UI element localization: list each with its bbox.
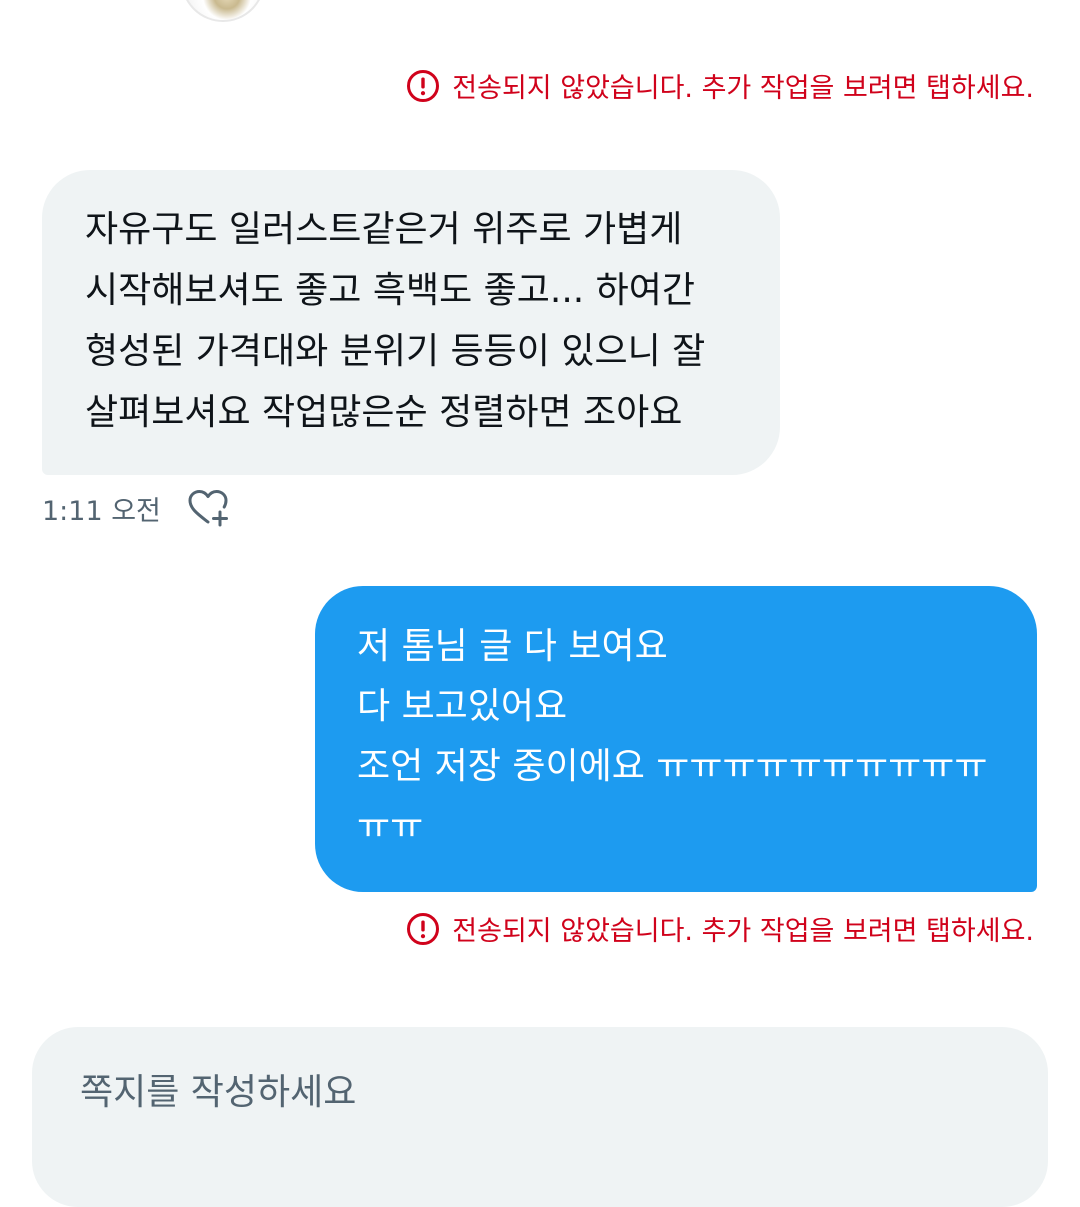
heart-plus-icon[interactable]: [187, 488, 229, 528]
message-line: 저 톰님 글 다 보여요: [357, 626, 668, 667]
message-composer-input[interactable]: 쪽지를 작성하세요: [32, 1027, 1048, 1207]
message-line: 자유구도 일러스트같은거 위주로 가볍게: [85, 209, 683, 250]
message-line: 살펴보셔요 작업많은순 정렬하면 조아요: [85, 392, 683, 433]
message-line: ㅠㅠ: [357, 806, 424, 847]
send-failed-text: 전송되지 않았습니다. 추가 작업을 보려면 탭하세요.: [452, 916, 1034, 947]
send-failed-notice[interactable]: 전송되지 않았습니다. 추가 작업을 보려면 탭하세요.: [406, 66, 1034, 105]
message-line: 형성된 가격대와 분위기 등등이 있으니 잘: [85, 331, 706, 372]
message-meta: 1:11 오전: [42, 488, 229, 528]
message-line: 시작해보셔도 좋고 흑백도 좋고... 하여간: [85, 270, 696, 311]
message-line: 다 보고있어요: [357, 686, 568, 727]
error-icon: [407, 912, 440, 945]
sent-message-bubble[interactable]: 저 톰님 글 다 보여요 다 보고있어요 조언 저장 중이에요 ㅠㅠㅠㅠㅠㅠㅠㅠ…: [315, 586, 1037, 892]
send-failed-text: 전송되지 않았습니다. 추가 작업을 보려면 탭하세요.: [452, 73, 1034, 104]
message-timestamp: 1:11 오전: [42, 495, 161, 527]
avatar[interactable]: [181, 0, 265, 22]
message-line: 조언 저장 중이에요 ㅠㅠㅠㅠㅠㅠㅠㅠㅠㅠ: [357, 746, 988, 787]
received-message-bubble[interactable]: 자유구도 일러스트같은거 위주로 가볍게 시작해보셔도 좋고 흑백도 좋고...…: [42, 170, 780, 475]
composer-placeholder: 쪽지를 작성하세요: [80, 1072, 357, 1113]
error-icon: [407, 69, 440, 102]
send-failed-notice[interactable]: 전송되지 않았습니다. 추가 작업을 보려면 탭하세요.: [406, 909, 1034, 948]
